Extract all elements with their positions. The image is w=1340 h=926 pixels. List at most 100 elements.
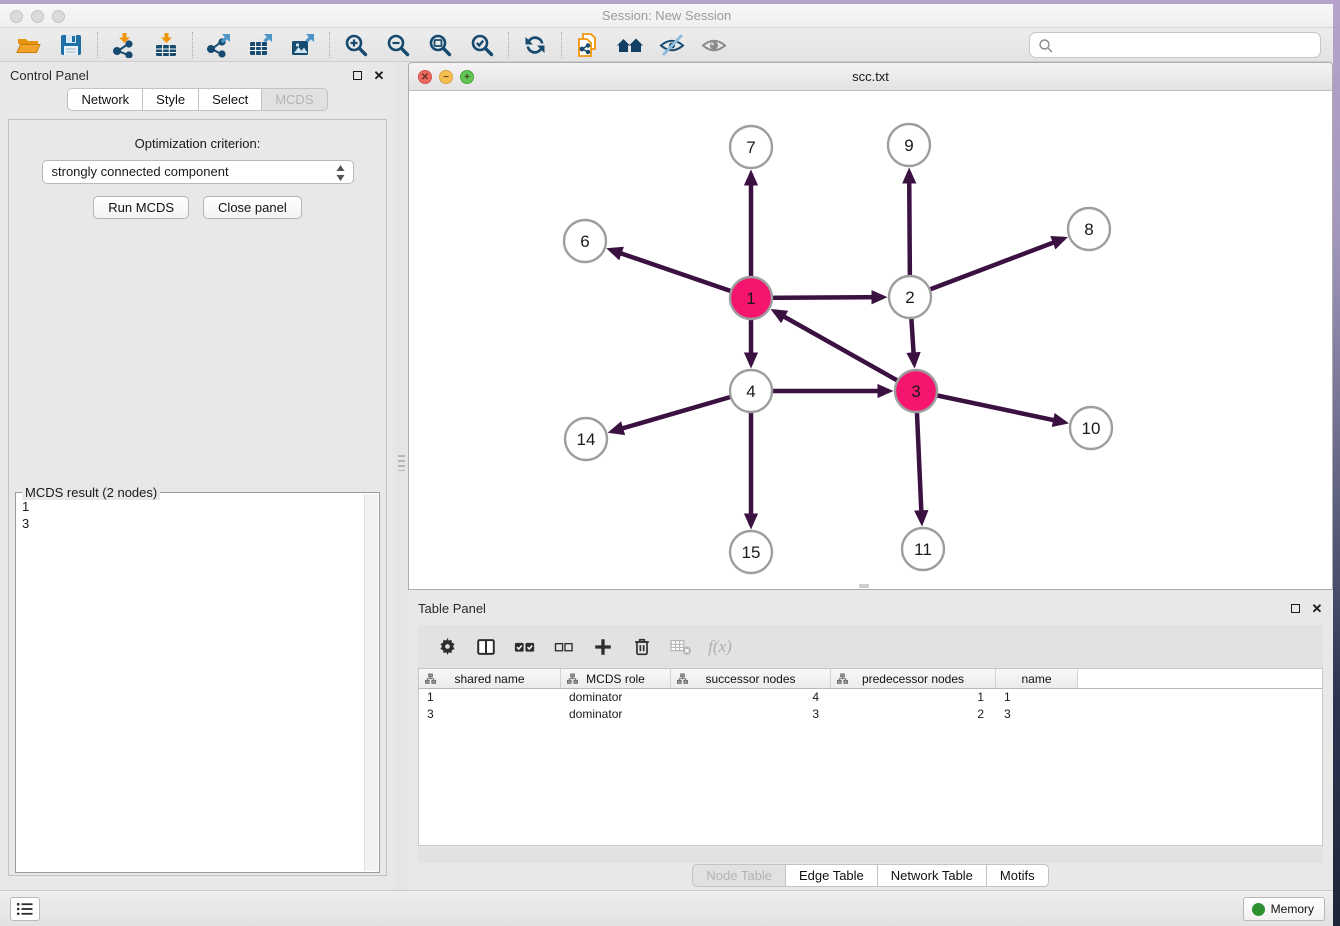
splitter-grip[interactable] [398,455,405,471]
save-session-icon[interactable] [50,30,92,60]
control-panel-title: Control Panel [10,68,89,83]
window-resize-grip[interactable] [859,584,869,588]
hide-selected-icon[interactable] [651,30,693,60]
mcds-result-box: MCDS result (2 nodes) 1 3 [15,492,380,873]
network-from-file-icon[interactable] [567,30,609,60]
table-tabs: Node Table Edge Table Network Table Moti… [408,864,1333,887]
zoom-fit-icon[interactable] [419,30,461,60]
graph-node-label-9: 9 [904,136,913,155]
graph-edge-3-10[interactable] [916,391,1065,422]
node-table-header: shared name MCDS role successor nodes pr… [419,669,1322,689]
graph-node-label-8: 8 [1084,220,1093,239]
criterion-value: strongly connected component [52,164,229,179]
table-options-gear-icon[interactable] [432,632,462,662]
column-header-successor-nodes[interactable]: successor nodes [671,669,831,688]
table-row[interactable]: 3 dominator 3 2 3 [419,706,1322,723]
add-column-icon[interactable] [588,632,618,662]
namespace-tree-icon [425,673,436,685]
search-input[interactable] [1058,35,1312,55]
tab-node-table[interactable]: Node Table [692,864,786,887]
open-session-icon[interactable] [8,30,50,60]
graph-node-label-14: 14 [577,430,596,449]
export-table-icon[interactable] [240,30,282,60]
close-panel-icon[interactable]: ✕ [1309,601,1325,616]
function-builder-icon[interactable]: f(x) [705,632,735,662]
mcds-result-line: 1 [22,498,363,515]
cell-name: 3 [996,706,1078,723]
table-toolbar: f(x) [418,625,1323,668]
select-all-rows-icon[interactable] [510,632,540,662]
delete-table-icon[interactable] [666,632,696,662]
search-icon [1038,38,1054,54]
desktop-edge-right [1333,4,1340,926]
graph-node-label-15: 15 [742,543,761,562]
tab-network-table[interactable]: Network Table [878,864,987,887]
cell-successor-nodes: 4 [671,689,831,706]
graph-node-label-4: 4 [746,382,755,401]
cell-shared-name: 3 [419,706,561,723]
result-scrollbar[interactable] [364,494,378,871]
graph-node-label-6: 6 [580,232,589,251]
column-header-name[interactable]: name [996,669,1078,688]
graph-node-label-11: 11 [914,540,932,559]
toolbar-separator [508,32,509,58]
cell-predecessor-nodes: 2 [831,706,996,723]
refresh-icon[interactable] [514,30,556,60]
tab-motifs[interactable]: Motifs [987,864,1049,887]
export-network-icon[interactable] [198,30,240,60]
delete-column-icon[interactable] [627,632,657,662]
cell-name: 1 [996,689,1078,706]
cell-successor-nodes: 3 [671,706,831,723]
tab-select[interactable]: Select [199,88,262,111]
zoom-in-icon[interactable] [335,30,377,60]
cell-mcds-role: dominator [561,706,671,723]
app-titlebar: Session: New Session [0,4,1333,28]
close-panel-button[interactable]: Close panel [203,196,302,219]
run-mcds-button[interactable]: Run MCDS [93,196,189,219]
close-panel-icon[interactable]: ✕ [371,68,387,83]
table-panel-title: Table Panel [418,601,486,616]
panel-splitter[interactable] [395,62,408,890]
column-header-mcds-role[interactable]: MCDS role [561,669,671,688]
tab-mcds[interactable]: MCDS [262,88,327,111]
import-table-icon[interactable] [145,30,187,60]
tab-network[interactable]: Network [67,88,143,111]
export-image-icon[interactable] [282,30,324,60]
namespace-tree-icon [677,673,688,685]
criterion-select[interactable]: strongly connected component [42,160,354,184]
table-panel: Table Panel ✕ f(x) shared [408,595,1333,890]
column-visibility-icon[interactable] [471,632,501,662]
float-panel-icon[interactable] [349,68,365,83]
mcds-result-list[interactable]: 1 3 [22,494,363,532]
table-row[interactable]: 1 dominator 4 1 1 [419,689,1322,706]
graph-node-label-3: 3 [911,382,920,401]
zoom-out-icon[interactable] [377,30,419,60]
import-network-icon[interactable] [103,30,145,60]
graph-edge-2-8[interactable] [910,239,1064,297]
tab-edge-table[interactable]: Edge Table [786,864,878,887]
toolbar-separator [329,32,330,58]
list-icon [16,902,34,916]
graph-node-label-2: 2 [905,288,914,307]
network-window: ✕ − + scc.txt 1234678910111415 [408,62,1333,590]
graph-node-label-1: 1 [746,289,755,308]
first-neighbors-icon[interactable] [609,30,651,60]
cell-predecessor-nodes: 1 [831,689,996,706]
task-history-button[interactable] [10,897,40,921]
mcds-panel: Optimization criterion: strongly connect… [8,119,387,876]
tab-style[interactable]: Style [143,88,199,111]
graph-node-label-7: 7 [746,138,755,157]
table-bottom-strip [418,847,1323,863]
graph-edge-3-1[interactable] [775,311,916,391]
float-panel-icon[interactable] [1287,601,1303,616]
show-all-icon[interactable] [693,30,735,60]
zoom-selected-icon[interactable] [461,30,503,60]
deselect-all-rows-icon[interactable] [549,632,579,662]
optimization-criterion-label: Optimization criterion: [9,136,386,151]
column-header-predecessor-nodes[interactable]: predecessor nodes [831,669,996,688]
column-header-shared-name[interactable]: shared name [419,669,561,688]
network-canvas[interactable]: 1234678910111415 [409,91,1332,588]
graph-edge-1-6[interactable] [611,250,751,298]
memory-button[interactable]: Memory [1243,897,1325,921]
mcds-result-line: 3 [22,515,363,532]
